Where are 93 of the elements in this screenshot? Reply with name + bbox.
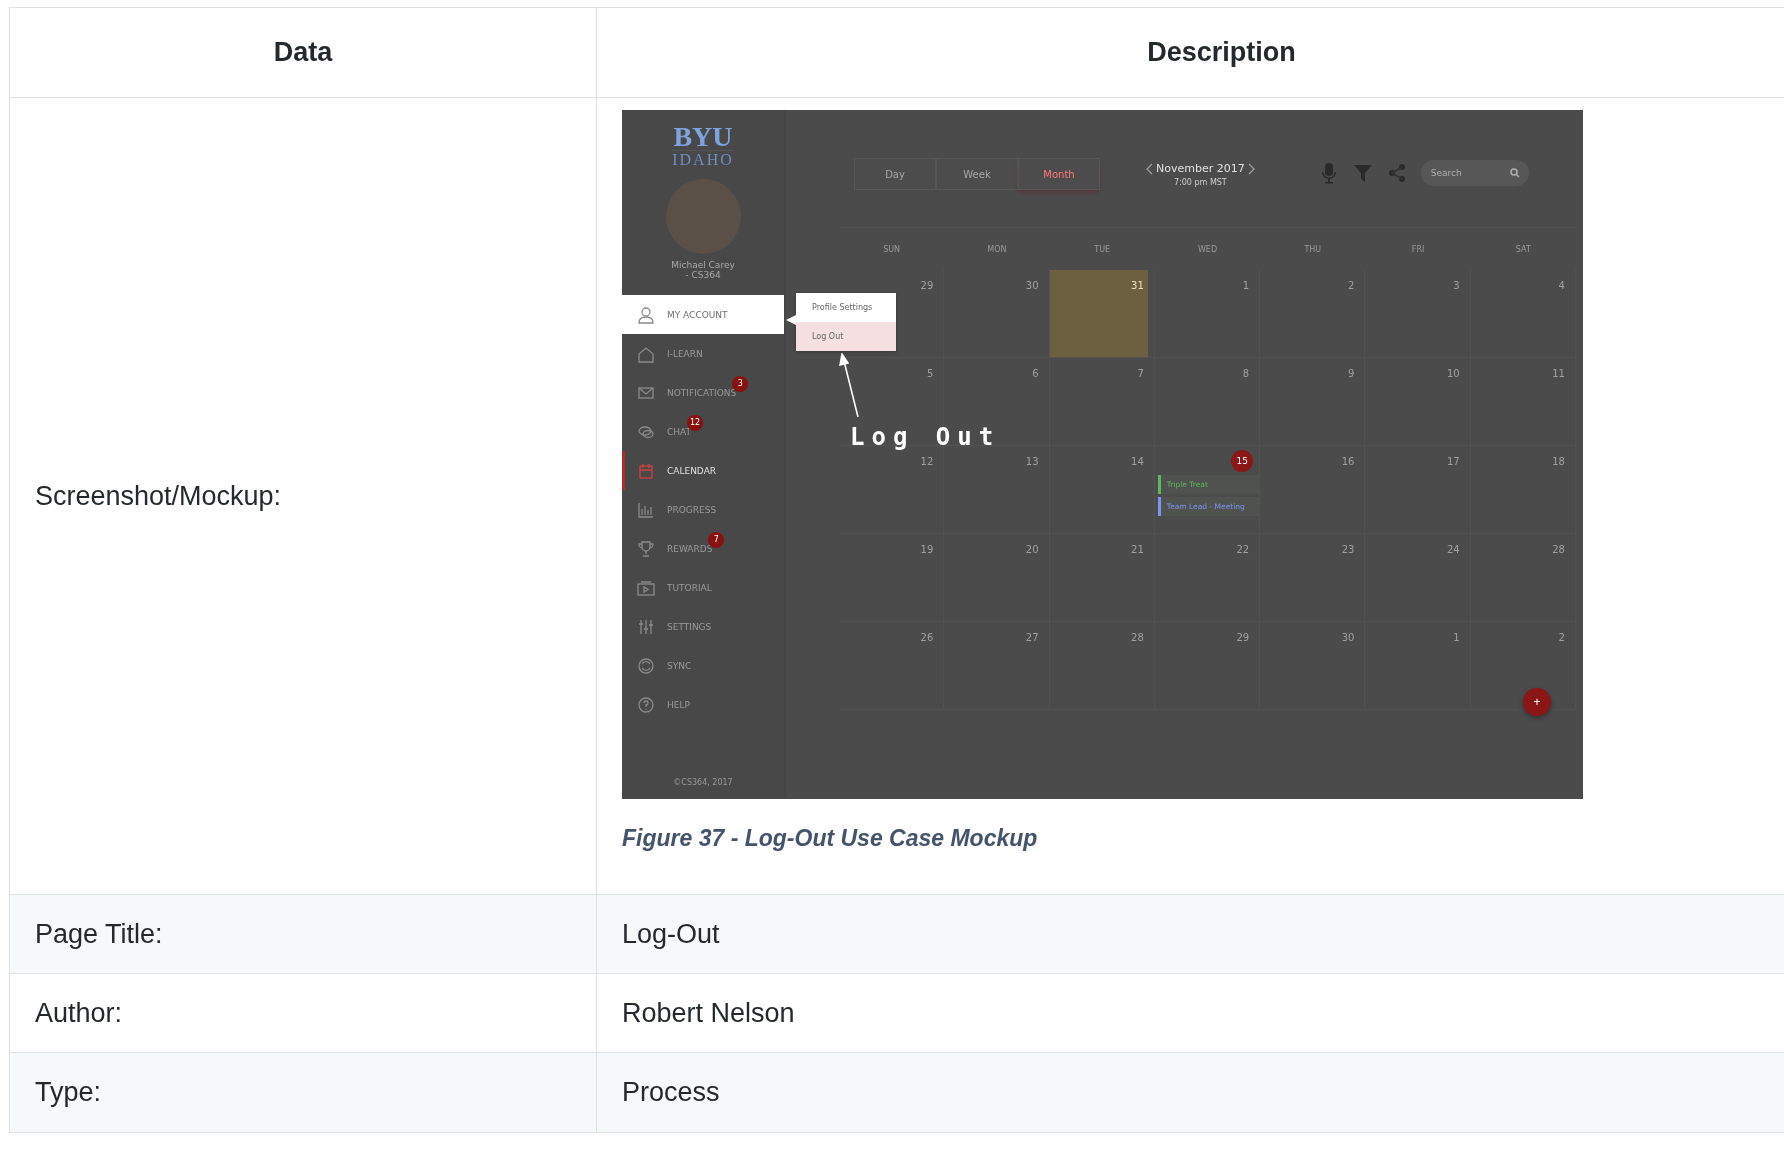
day-number: 9: [1348, 368, 1355, 379]
row-label: Type:: [35, 1077, 102, 1108]
day-number: 6: [1032, 368, 1039, 379]
menu-item[interactable]: Profile Settings: [796, 293, 896, 322]
row-value: Log-Out: [622, 918, 720, 950]
calendar-icon: [637, 461, 655, 480]
menu-item[interactable]: Log Out: [796, 322, 896, 351]
nav-item[interactable]: NOTIFICATIONS 3: [622, 373, 784, 412]
filter-icon[interactable]: [1352, 162, 1373, 184]
time-label: 7:00 pm MST: [1173, 178, 1227, 187]
day-number: 24: [1446, 544, 1460, 555]
row-value: Robert Nelson: [622, 997, 795, 1029]
trophy-icon: [637, 539, 655, 558]
view-tab[interactable]: Day: [854, 158, 936, 190]
day-number: 2: [1348, 280, 1355, 291]
day-number: 26: [920, 632, 934, 643]
today-marker: 15: [1231, 450, 1254, 472]
day-number: 28: [1552, 544, 1565, 555]
weekday-label: MON: [987, 244, 1007, 254]
view-tab[interactable]: Month: [1018, 158, 1100, 190]
day-number: 10: [1446, 368, 1460, 379]
nav-item[interactable]: MY ACCOUNT: [622, 295, 784, 334]
row-label: Screenshot/Mockup:: [35, 480, 282, 512]
sync-icon: [637, 656, 655, 675]
day-number: 29: [920, 280, 934, 291]
day-number: 30: [1341, 632, 1355, 643]
view-tab[interactable]: Week: [936, 158, 1018, 190]
day-number: 3: [1453, 280, 1460, 291]
day-number: 31: [1131, 280, 1144, 291]
day-number: 7: [1137, 368, 1144, 379]
add-button[interactable]: +: [1523, 688, 1551, 716]
user-name: Michael Carey: [671, 260, 735, 270]
chevron-right-icon[interactable]: [1247, 162, 1255, 175]
day-number: 1: [1242, 280, 1250, 291]
sliders-icon: [637, 617, 655, 636]
day-number: 19: [920, 544, 934, 555]
row-label: Page Title:: [35, 918, 163, 950]
day-number: 22: [1236, 544, 1250, 555]
play-icon: [637, 578, 655, 597]
weekday-label: SAT: [1515, 244, 1531, 254]
logo-subtext: IDAHO: [672, 150, 734, 169]
nav-item[interactable]: SETTINGS: [622, 607, 784, 646]
logo-text: BYU: [673, 124, 733, 150]
day-number: 28: [1131, 632, 1144, 643]
bars-icon: [637, 500, 655, 519]
search-icon: [1509, 168, 1520, 178]
day-number: 16: [1341, 456, 1355, 467]
day-number: 13: [1025, 456, 1039, 467]
user-name: - CS364: [685, 270, 721, 280]
weekday-label: SUN: [883, 244, 901, 254]
day-number: 29: [1236, 632, 1250, 643]
figure-caption: Figure 37 - Log-Out Use Case Mockup: [622, 825, 1038, 852]
day-number: 27: [1025, 632, 1039, 643]
nav-item[interactable]: TUTORIAL: [622, 568, 784, 607]
day-number: 12: [920, 456, 934, 467]
copyright-text: ©CS364, 2017: [673, 778, 733, 787]
weekday-label: FRI: [1411, 244, 1425, 254]
day-number: 11: [1552, 368, 1565, 379]
day-number: 14: [1131, 456, 1144, 467]
row-value: Process: [622, 1077, 720, 1108]
day-number: 2: [1558, 632, 1565, 643]
share-icon[interactable]: [1386, 162, 1407, 184]
weekday-label: THU: [1304, 244, 1322, 254]
day-number: 18: [1552, 456, 1565, 467]
annotation-text: Log Out: [850, 423, 1001, 451]
day-number: 8: [1242, 368, 1250, 379]
nav-item[interactable]: PROGRESS: [622, 490, 784, 529]
column-header: Data: [273, 37, 333, 68]
column-header: Description: [1147, 37, 1296, 68]
day-number: 21: [1131, 544, 1144, 555]
nav-item[interactable]: HELP: [622, 685, 784, 724]
day-number: 17: [1446, 456, 1460, 467]
search-field[interactable]: Search: [1420, 160, 1529, 186]
day-number: 23: [1341, 544, 1355, 555]
day-number: 1: [1453, 632, 1460, 643]
nav-item[interactable]: SYNC: [622, 646, 784, 685]
annotation-arrow: [838, 353, 862, 419]
row-label: Author:: [35, 997, 123, 1029]
help-icon: [637, 695, 655, 714]
nav-item[interactable]: CALENDAR: [622, 451, 784, 490]
month-title: November 2017: [1156, 162, 1245, 175]
person-icon: [637, 305, 655, 324]
nav-item[interactable]: I-LEARN: [622, 334, 784, 373]
count-badge: 3: [732, 375, 749, 392]
day-number: 30: [1025, 280, 1039, 291]
nav-item[interactable]: REWARDS 7: [622, 529, 784, 568]
chevron-left-icon[interactable]: [1146, 162, 1153, 175]
day-number: 20: [1025, 544, 1039, 555]
weekday-label: WED: [1197, 244, 1218, 254]
day-number: 5: [926, 368, 934, 379]
day-number: 4: [1558, 280, 1565, 291]
nav-item[interactable]: CHAT 12: [622, 412, 784, 451]
weekday-label: TUE: [1094, 244, 1111, 254]
